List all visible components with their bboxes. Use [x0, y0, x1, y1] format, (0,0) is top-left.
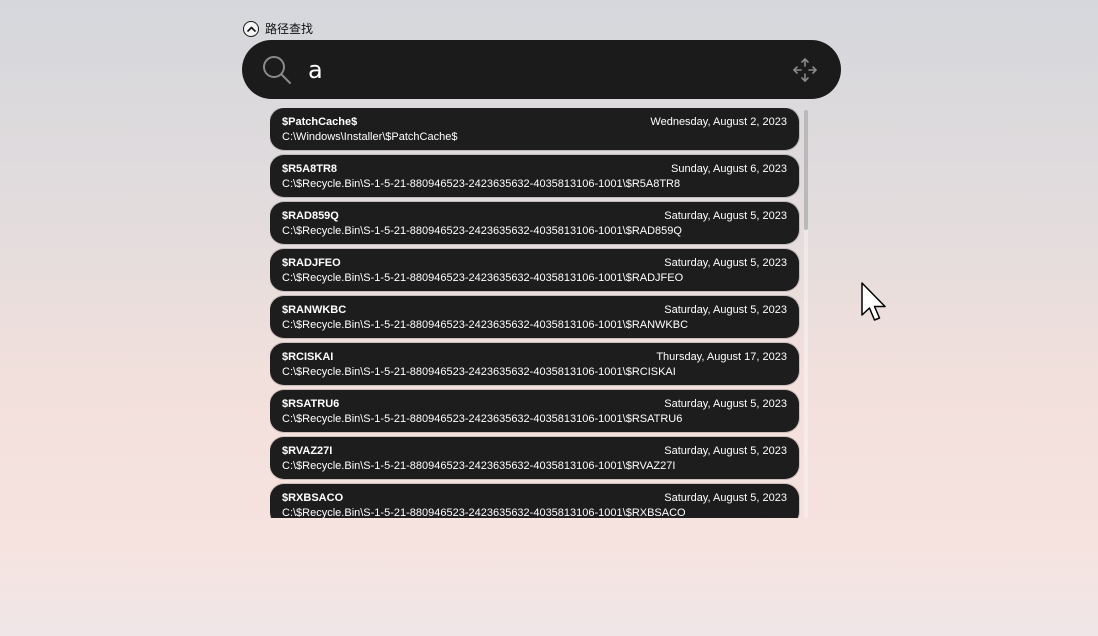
search-input[interactable]	[304, 52, 772, 88]
search-bar	[242, 40, 841, 99]
result-item[interactable]: $RAD859Q Saturday, August 5, 2023 C:\$Re…	[270, 202, 799, 244]
result-name: $PatchCache$	[282, 116, 358, 128]
chevron-up-icon[interactable]	[243, 21, 259, 37]
result-item[interactable]: $R5A8TR8 Sunday, August 6, 2023 C:\$Recy…	[270, 155, 799, 197]
result-date: Saturday, August 5, 2023	[664, 492, 787, 504]
result-name: $RADJFEO	[282, 257, 341, 269]
result-item[interactable]: $RCISKAI Thursday, August 17, 2023 C:\$R…	[270, 343, 799, 385]
result-date: Saturday, August 5, 2023	[664, 257, 787, 269]
result-date: Wednesday, August 2, 2023	[650, 116, 787, 128]
move-icon[interactable]	[791, 56, 819, 84]
result-path: C:\$Recycle.Bin\S-1-5-21-880946523-24236…	[282, 272, 684, 284]
path-search-toggle[interactable]: 路径查找	[243, 20, 313, 38]
result-path: C:\$Recycle.Bin\S-1-5-21-880946523-24236…	[282, 225, 682, 237]
result-date: Saturday, August 5, 2023	[664, 445, 787, 457]
result-date: Sunday, August 6, 2023	[671, 163, 787, 175]
result-item[interactable]: $RSATRU6 Saturday, August 5, 2023 C:\$Re…	[270, 390, 799, 432]
result-date: Saturday, August 5, 2023	[664, 398, 787, 410]
result-item[interactable]: $RADJFEO Saturday, August 5, 2023 C:\$Re…	[270, 249, 799, 291]
result-path: C:\$Recycle.Bin\S-1-5-21-880946523-24236…	[282, 413, 683, 425]
result-item[interactable]: $PatchCache$ Wednesday, August 2, 2023 C…	[270, 108, 799, 150]
result-item[interactable]: $RANWKBC Saturday, August 5, 2023 C:\$Re…	[270, 296, 799, 338]
result-name: $RSATRU6	[282, 398, 340, 410]
result-name: $RCISKAI	[282, 351, 334, 363]
mouse-cursor-icon	[861, 282, 886, 321]
result-name: $RVAZ27I	[282, 445, 333, 457]
result-name: $RANWKBC	[282, 304, 347, 316]
result-date: Thursday, August 17, 2023	[656, 351, 787, 363]
result-path: C:\$Recycle.Bin\S-1-5-21-880946523-24236…	[282, 460, 676, 472]
result-date: Saturday, August 5, 2023	[664, 304, 787, 316]
result-name: $RXBSACO	[282, 492, 344, 504]
results-scrollbar[interactable]	[804, 110, 808, 518]
result-path: C:\$Recycle.Bin\S-1-5-21-880946523-24236…	[282, 178, 681, 190]
result-name: $RAD859Q	[282, 210, 339, 222]
result-path: C:\$Recycle.Bin\S-1-5-21-880946523-24236…	[282, 319, 689, 331]
result-item[interactable]: $RVAZ27I Saturday, August 5, 2023 C:\$Re…	[270, 437, 799, 479]
path-search-label: 路径查找	[265, 22, 314, 36]
result-path: C:\$Recycle.Bin\S-1-5-21-880946523-24236…	[282, 366, 676, 378]
scrollbar-thumb[interactable]	[804, 110, 808, 230]
result-name: $R5A8TR8	[282, 163, 338, 175]
search-icon	[262, 55, 292, 85]
result-item[interactable]: $RXBSACO Saturday, August 5, 2023 C:\$Re…	[270, 484, 799, 518]
result-path: C:\$Recycle.Bin\S-1-5-21-880946523-24236…	[282, 507, 686, 518]
results-list: $PatchCache$ Wednesday, August 2, 2023 C…	[270, 108, 800, 518]
result-path: C:\Windows\Installer\$PatchCache$	[282, 131, 458, 143]
result-date: Saturday, August 5, 2023	[664, 210, 787, 222]
